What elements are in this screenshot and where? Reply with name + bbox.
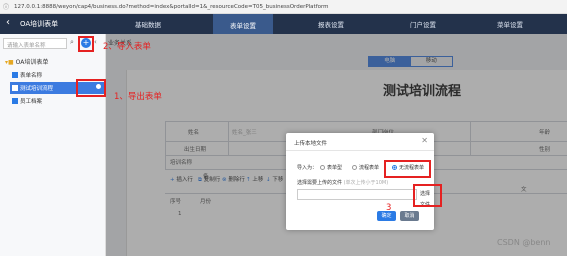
highlight-no-flow-radio xyxy=(384,160,431,178)
dialog-divider xyxy=(286,150,434,151)
import-as-label: 导入为： xyxy=(297,165,318,171)
dialog-title: 上传本地文件 xyxy=(294,141,328,147)
cancel-button[interactable]: 取消 xyxy=(400,211,419,221)
radio-circle-icon xyxy=(352,165,357,170)
app-title: OA培训表单 xyxy=(20,20,59,28)
annotation-import: 2、导入表单 xyxy=(103,42,151,52)
tree-item-label: 表单名称 xyxy=(20,73,43,79)
close-icon[interactable]: ✕ xyxy=(421,136,428,145)
tree-item-label: 员工档案 xyxy=(20,99,43,105)
form-icon xyxy=(12,85,18,91)
choose-file-label: 选择需要上传的文件 (单次上传小于10M) xyxy=(297,179,388,186)
sidebar: 请输入表单名称 ⌕ + ‹ ▾■ OA培训表单 表单名称 测试培训流程 员工档案 xyxy=(0,34,106,256)
choose-label-text: 选择需要上传的文件 xyxy=(297,180,343,186)
radio-form-type[interactable]: 表单型 xyxy=(320,164,342,171)
lock-icon: ⓘ xyxy=(3,4,10,11)
watermark: CSDN @benn xyxy=(497,238,551,247)
tab-form-settings[interactable]: 表单设置 xyxy=(213,14,273,34)
highlight-select-file xyxy=(413,184,442,207)
annotation-export: 1、导出表单 xyxy=(114,92,162,102)
radio-flow-form[interactable]: 流程表单 xyxy=(352,164,379,171)
tree-root[interactable]: ▾■ OA培训表单 xyxy=(5,57,48,66)
search-icon[interactable]: ⌕ xyxy=(70,38,74,47)
folder-icon: ▾■ xyxy=(5,59,14,66)
upload-dialog: 上传本地文件 ✕ 导入为： 表单型 流程表单 无流程表单 选择需要上传的文件 (… xyxy=(286,133,434,230)
choose-hint: (单次上传小于10M) xyxy=(343,180,389,186)
file-path-input[interactable] xyxy=(297,189,417,200)
annotation-step3: 3 xyxy=(386,203,392,213)
tab-report-settings[interactable]: 报表设置 xyxy=(318,19,344,29)
tab-menu-settings[interactable]: 菜单设置 xyxy=(497,19,523,29)
radio-label: 流程表单 xyxy=(359,165,380,171)
highlight-export-button xyxy=(76,79,106,97)
browser-url-bar[interactable]: ⓘ 127.0.0.1:8888/weyon/cap4/business.do?… xyxy=(0,0,567,14)
radio-label: 表单型 xyxy=(327,165,343,171)
highlight-import-button xyxy=(78,36,94,52)
collapse-icon[interactable]: ‹ xyxy=(94,38,97,46)
tab-basic-data[interactable]: 基础数据 xyxy=(135,19,161,29)
tab-portal-settings[interactable]: 门户设置 xyxy=(410,19,436,29)
top-navigation: ‹ OA培训表单 基础数据 表单设置 报表设置 门户设置 菜单设置 xyxy=(0,14,567,34)
tree-item-label: 测试培训流程 xyxy=(20,86,54,92)
radio-circle-icon xyxy=(320,165,325,170)
form-icon xyxy=(12,98,18,104)
form-icon xyxy=(12,72,18,78)
url-text[interactable]: 127.0.0.1:8888/weyon/cap4/business.do?me… xyxy=(14,4,329,10)
search-input[interactable]: 请输入表单名称 xyxy=(3,38,67,49)
back-arrow-icon[interactable]: ‹ xyxy=(6,17,10,28)
tree-root-label: OA培训表单 xyxy=(15,59,49,66)
